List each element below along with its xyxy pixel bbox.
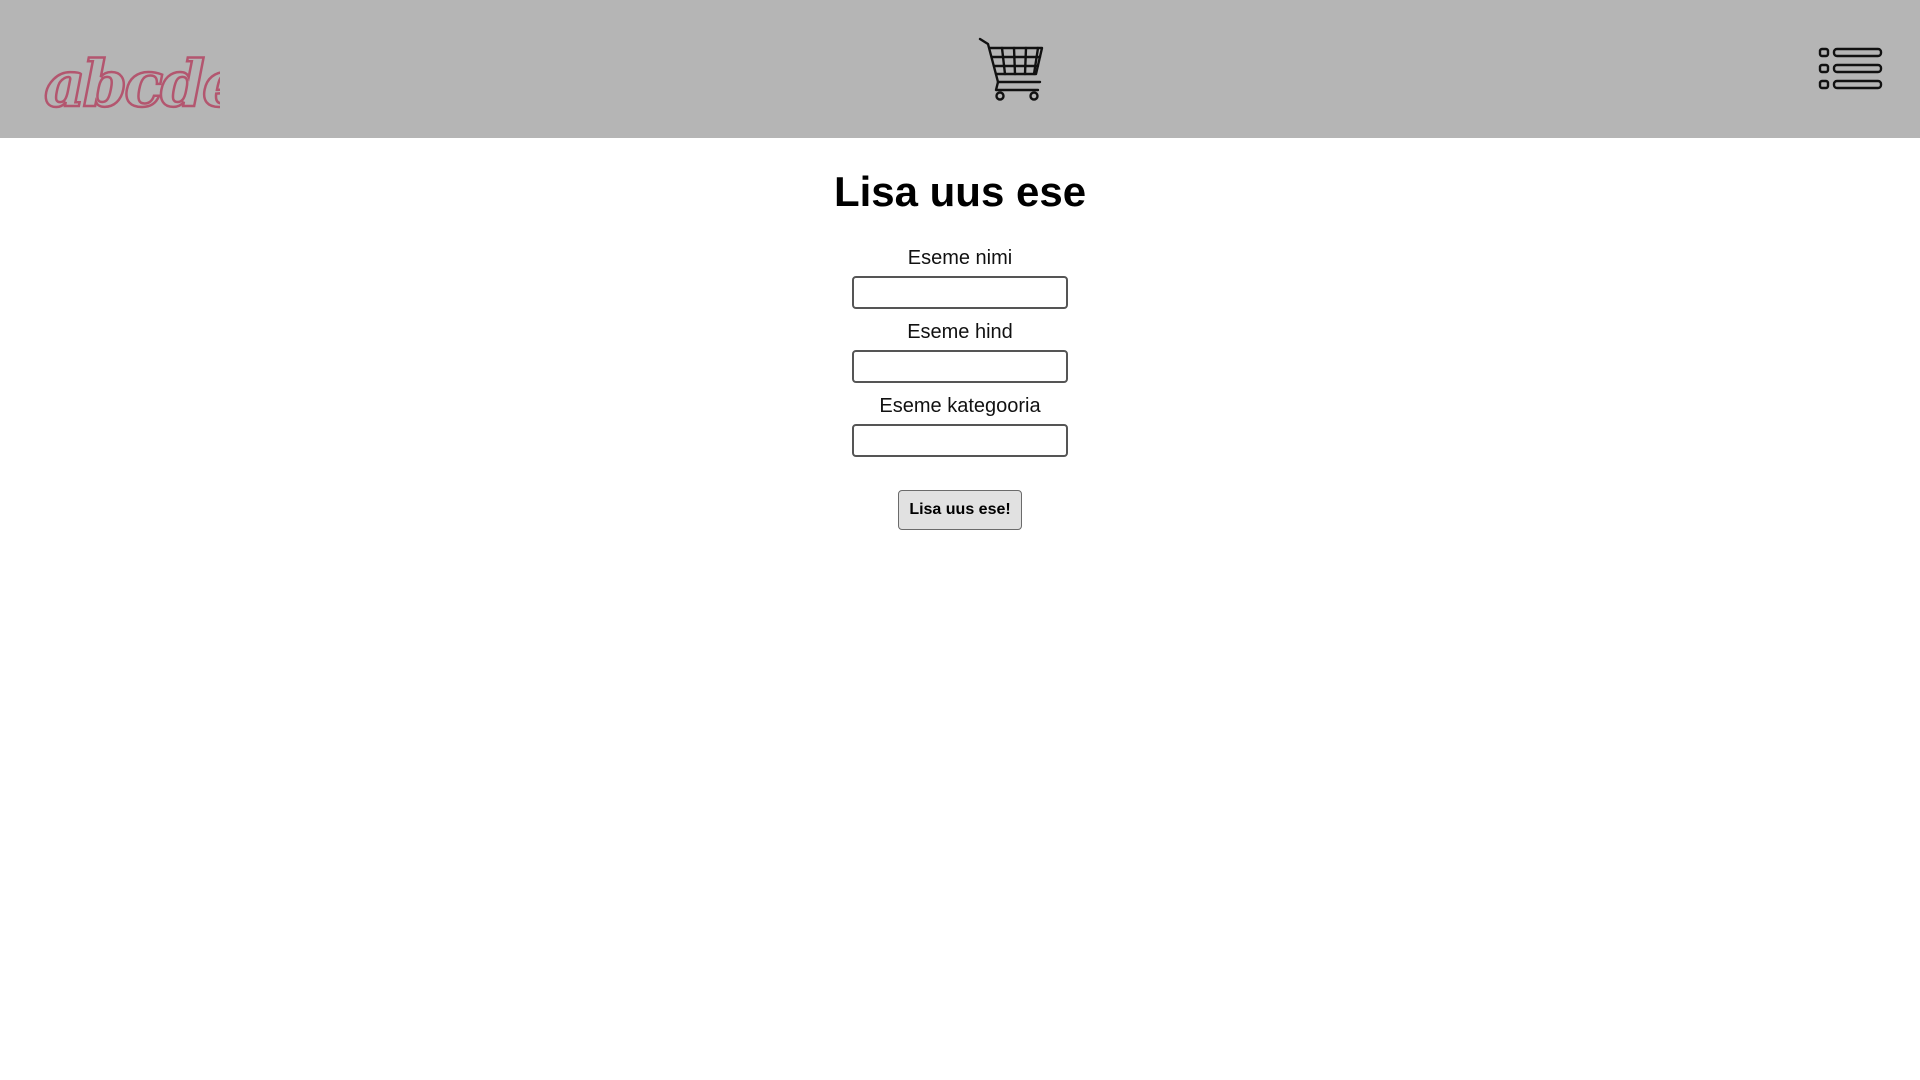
add-item-form: Eseme nimi Eseme hind Eseme kategooria L… <box>0 246 1920 530</box>
page-title: Lisa uus ese <box>833 168 1087 215</box>
item-category-input[interactable] <box>852 424 1068 457</box>
shopping-cart-icon[interactable] <box>978 36 1046 102</box>
item-price-label: Eseme hind <box>907 321 1013 343</box>
logo[interactable]: abcdef <box>40 48 220 138</box>
logo-text: abcdef <box>44 48 220 122</box>
item-name-input[interactable] <box>852 276 1068 309</box>
main-content: Lisa uus ese Eseme nimi Eseme hind Eseme… <box>0 138 1920 530</box>
add-item-button[interactable]: Lisa uus ese! <box>898 490 1022 530</box>
header-bar: abcdef <box>0 0 1920 138</box>
item-price-input[interactable] <box>852 350 1068 383</box>
item-category-label: Eseme kategooria <box>879 395 1041 417</box>
item-name-label: Eseme nimi <box>907 247 1013 269</box>
list-menu-icon[interactable] <box>1818 46 1884 92</box>
